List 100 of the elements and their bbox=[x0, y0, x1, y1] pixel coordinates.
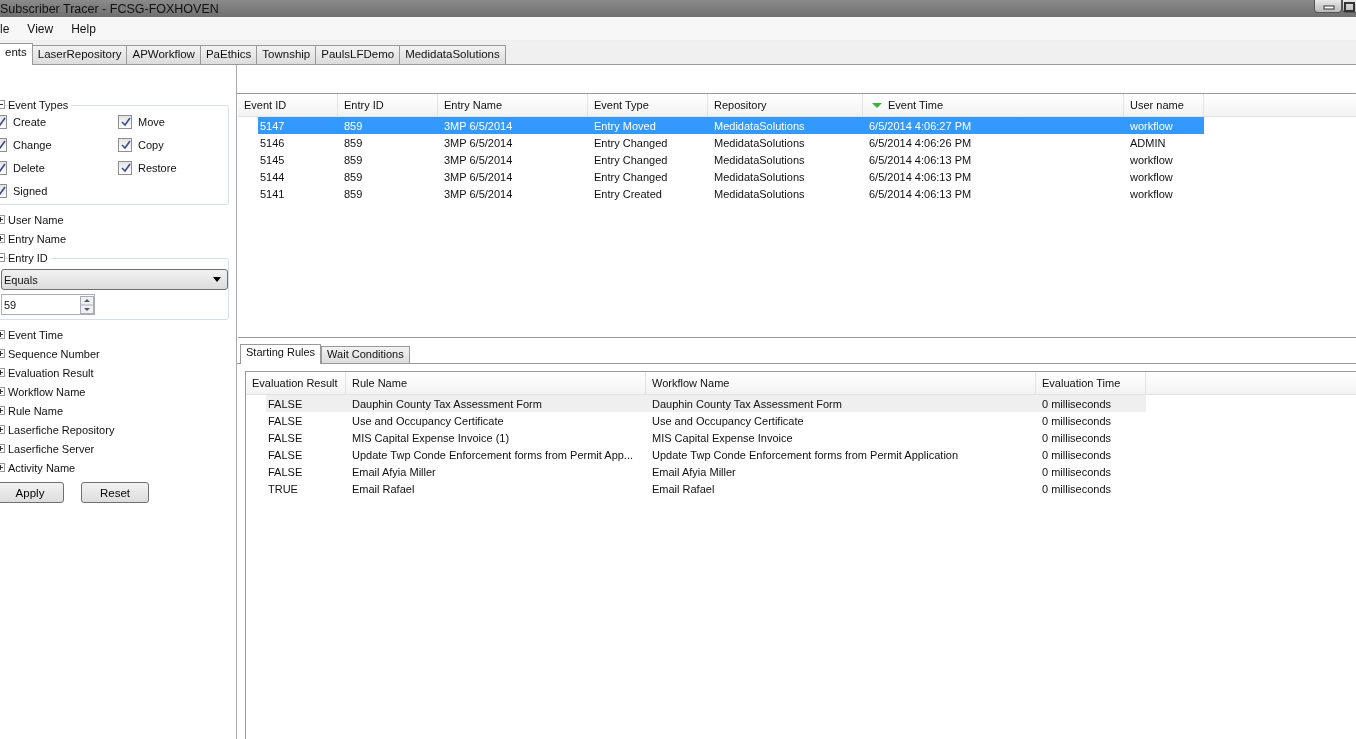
value-spinbox[interactable]: 59 bbox=[1, 294, 95, 315]
table-cell-text: Email Rafael bbox=[351, 482, 416, 495]
tab[interactable]: ents bbox=[0, 43, 33, 65]
table-cell-text: MedidataSolutions bbox=[713, 136, 806, 149]
table-cell-text: 6/5/2014 4:06:13 PM bbox=[868, 170, 973, 183]
filter-label[interactable]: Event Types bbox=[8, 98, 72, 111]
action-button[interactable]: Reset bbox=[81, 482, 149, 503]
table-cell-text: Email Afyia Miller bbox=[351, 465, 437, 478]
table-cell-text: 0 milliseconds bbox=[1041, 448, 1113, 461]
table-cell-text: 859 bbox=[343, 187, 364, 200]
column-header[interactable]: Entry Name bbox=[438, 94, 588, 116]
table-cell-text: MedidataSolutions bbox=[713, 187, 806, 200]
tab[interactable]: LaserRepository bbox=[31, 45, 128, 64]
column-header[interactable]: User name bbox=[1124, 94, 1204, 116]
tab[interactable]: PaulsLFDemo bbox=[315, 45, 401, 64]
menu-item[interactable]: View bbox=[18, 21, 63, 36]
checkbox-label: Create bbox=[13, 115, 47, 128]
column-header[interactable]: Evaluation Result bbox=[246, 372, 346, 394]
table-cell-text: 859 bbox=[343, 119, 364, 132]
table-cell-text: 5146 bbox=[259, 136, 286, 149]
table-cell-text: ADMIN bbox=[1129, 136, 1167, 149]
action-button[interactable]: Apply bbox=[0, 482, 64, 503]
column-header[interactable]: Event ID bbox=[238, 94, 338, 116]
table-cell-text: MIS Capital Expense Invoice (1) bbox=[351, 431, 511, 444]
filter-label[interactable]: Sequence Number bbox=[8, 347, 103, 360]
table-cell-text: workflow bbox=[1129, 119, 1174, 132]
checkbox[interactable] bbox=[118, 160, 132, 175]
table-row[interactable]: FALSE Use and Occupancy Certificate Use and Occupancy Certificate 0 milliseconds bbox=[266, 412, 1356, 429]
table-cell-text: Entry Created bbox=[593, 187, 663, 200]
table-cell-text: Email Rafael bbox=[651, 482, 716, 495]
menu-item[interactable]: le bbox=[0, 21, 19, 36]
dropdown-arrow-icon bbox=[213, 277, 221, 282]
table-cell-text: 0 milliseconds bbox=[1041, 431, 1113, 444]
table-cell-text: MedidataSolutions bbox=[713, 170, 806, 183]
column-header[interactable]: Repository bbox=[708, 94, 863, 116]
table-row[interactable]: TRUE Email Rafael Email Rafael 0 milliseconds bbox=[266, 480, 1356, 497]
table-cell-text: 3MP 6/5/2014 bbox=[443, 119, 514, 132]
table-cell-text: 6/5/2014 4:06:26 PM bbox=[868, 136, 973, 149]
table-cell-text: 3MP 6/5/2014 bbox=[443, 187, 514, 200]
checkbox-label: Move bbox=[138, 115, 165, 128]
checkbox[interactable] bbox=[118, 137, 132, 152]
table-cell-text: 6/5/2014 4:06:13 PM bbox=[868, 187, 973, 200]
table-cell-text: FALSE bbox=[267, 431, 304, 444]
table-cell-text: Dauphin County Tax Assessment Form bbox=[351, 397, 543, 410]
table-cell-text: 0 milliseconds bbox=[1041, 482, 1113, 495]
table-row[interactable]: 5146 859 3MP 6/5/2014 Entry Changed MedidataSolutions 6/5/2014 4:06:26 PM ADMIN bbox=[258, 134, 1356, 151]
maximize-button[interactable] bbox=[1342, 0, 1356, 13]
table-cell-text: 0 milliseconds bbox=[1041, 397, 1113, 410]
table-cell-text: FALSE bbox=[267, 448, 304, 461]
table-cell-text: MedidataSolutions bbox=[713, 119, 806, 132]
checkbox-label: Copy bbox=[138, 138, 164, 151]
table-cell-text: FALSE bbox=[267, 465, 304, 478]
table-cell-text: 5141 bbox=[259, 187, 286, 200]
table-cell-text: workflow bbox=[1129, 187, 1174, 200]
table-row[interactable]: FALSE Update Twp Conde Enforcement forms from Permit App... Update Twp Conde Enforcement forms from Permit Application 0 milliseconds bbox=[266, 446, 1356, 463]
filter-label[interactable]: Entry ID bbox=[8, 251, 51, 264]
tab[interactable]: PaEthics bbox=[199, 45, 258, 64]
column-header[interactable]: Event Type bbox=[588, 94, 708, 116]
table-row[interactable]: 5141 859 3MP 6/5/2014 Entry Created MedidataSolutions 6/5/2014 4:06:13 PM workflow bbox=[258, 185, 1356, 202]
operator-dropdown[interactable]: Equals bbox=[1, 269, 228, 290]
table-row[interactable]: FALSE MIS Capital Expense Invoice (1) MIS Capital Expense Invoice 0 milliseconds bbox=[266, 429, 1356, 446]
table-cell-text: 5145 bbox=[259, 153, 286, 166]
check-icon bbox=[119, 162, 131, 173]
tab[interactable]: MedidataSolutions bbox=[399, 45, 506, 64]
table-cell-text: FALSE bbox=[267, 397, 304, 410]
column-header[interactable]: Event Time bbox=[863, 94, 1124, 116]
table-cell-text: 0 milliseconds bbox=[1041, 465, 1113, 478]
tab[interactable]: Wait Conditions bbox=[321, 346, 410, 363]
filter-label[interactable]: User Name bbox=[8, 213, 67, 226]
table-row[interactable]: FALSE Email Afyia Miller Email Afyia Miller 0 milliseconds bbox=[266, 463, 1356, 480]
table-cell-text: 3MP 6/5/2014 bbox=[443, 136, 514, 149]
table-row[interactable]: FALSE Dauphin County Tax Assessment Form Dauphin County Tax Assessment Form 0 milliseconds bbox=[266, 395, 1146, 412]
table-cell-text: 5144 bbox=[259, 170, 286, 183]
table-cell-text: Update Twp Conde Enforcement forms from Permit Application bbox=[651, 448, 960, 461]
table-cell-text: 859 bbox=[343, 136, 364, 149]
column-header[interactable]: Rule Name bbox=[346, 372, 646, 394]
table-row[interactable]: 5144 859 3MP 6/5/2014 Entry Changed MedidataSolutions 6/5/2014 4:06:13 PM workflow bbox=[258, 168, 1356, 185]
check-icon bbox=[119, 116, 131, 127]
tab[interactable]: Township bbox=[256, 45, 317, 64]
table-cell-text: Dauphin County Tax Assessment Form bbox=[651, 397, 843, 410]
tab[interactable]: APWorkflow bbox=[126, 45, 201, 64]
table-cell-text: 859 bbox=[343, 153, 364, 166]
table-cell-text: 3MP 6/5/2014 bbox=[443, 170, 514, 183]
column-header[interactable]: Workflow Name bbox=[646, 372, 1036, 394]
column-header[interactable]: Entry ID bbox=[338, 94, 438, 116]
table-row[interactable]: 5145 859 3MP 6/5/2014 Entry Changed MedidataSolutions 6/5/2014 4:06:13 PM workflow bbox=[258, 151, 1356, 168]
menu-item[interactable]: Help bbox=[62, 21, 105, 36]
tab[interactable]: Starting Rules bbox=[240, 344, 322, 364]
filter-label[interactable]: Evaluation Result bbox=[8, 366, 97, 379]
checkbox-label: Change bbox=[13, 138, 52, 151]
checkbox[interactable] bbox=[118, 114, 132, 129]
column-header[interactable]: Evaluation Time bbox=[1036, 372, 1146, 394]
table-cell-text: Use and Occupancy Certificate bbox=[351, 414, 505, 427]
table-cell-text: MedidataSolutions bbox=[713, 153, 806, 166]
checkbox-label: Restore bbox=[138, 161, 177, 174]
filter-label[interactable]: Laserfiche Repository bbox=[8, 423, 118, 436]
minimize-button[interactable] bbox=[1314, 0, 1342, 13]
check-icon bbox=[119, 139, 131, 150]
checkbox-label: Signed bbox=[13, 184, 48, 197]
window-title: Subscriber Tracer - FCSG-FOXHOVEN bbox=[0, 1, 219, 16]
